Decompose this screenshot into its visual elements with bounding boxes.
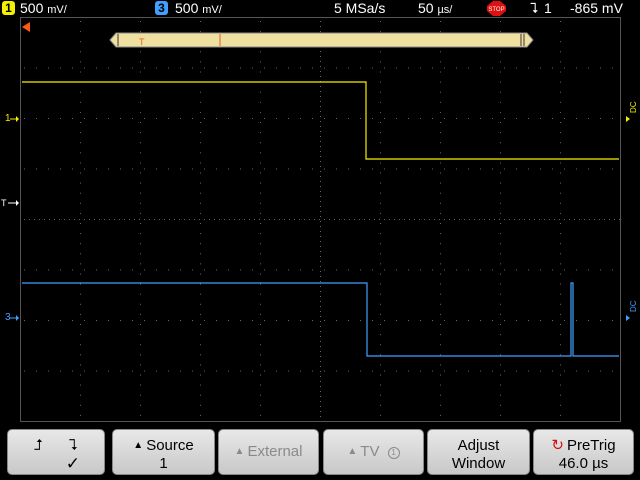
- rotate-knob-icon: ↻: [551, 437, 564, 454]
- ch1-dc-label: DC: [626, 101, 638, 122]
- svg-text:DC: DC: [629, 300, 638, 312]
- pretrig-label: PreTrig: [566, 437, 616, 454]
- graticule-grid: [24, 21, 620, 417]
- source-softkey[interactable]: ▲ Source 1: [112, 429, 215, 475]
- tv-softkey[interactable]: ▲ TV 1: [323, 429, 424, 475]
- softkey-bar: ⮥ ⮧ ✓ ▲ Source 1 ▲ External ▲ TV 1 Adjust Wi…: [0, 426, 640, 480]
- waveform-display[interactable]: T 1 T 3 DC DC: [0, 0, 640, 426]
- tv-label: TV: [360, 443, 380, 460]
- external-softkey[interactable]: ▲ External: [218, 429, 319, 475]
- adjust-window-softkey[interactable]: Adjust Window: [427, 429, 530, 475]
- falling-edge-icon: ⮧: [69, 437, 78, 454]
- memory-bar: T: [109, 32, 534, 48]
- up-arrow-icon: ▲: [133, 440, 144, 451]
- rising-edge-icon: ⮥: [34, 437, 43, 454]
- pretrig-softkey[interactable]: ↻ PreTrig 46.0 µs: [533, 429, 634, 475]
- slope-check: ✓: [65, 454, 80, 473]
- ch3-ground-marker[interactable]: 3: [5, 312, 19, 323]
- trigger-level-marker[interactable]: T: [1, 198, 19, 208]
- ch3-dc-label: DC: [626, 300, 638, 321]
- slope-icons: ⮥ ⮧: [8, 437, 104, 455]
- adjust-label: Adjust: [457, 437, 500, 454]
- ch3-waveform: [22, 282, 619, 357]
- svg-text:T: T: [1, 198, 7, 208]
- up-arrow-icon: ▲: [234, 446, 245, 457]
- window-label: Window: [451, 455, 506, 472]
- svg-text:DC: DC: [629, 101, 638, 113]
- ch1-waveform: [22, 81, 619, 160]
- graticule-border: [20, 17, 621, 422]
- ch1-ground-marker[interactable]: 1: [5, 113, 19, 124]
- up-arrow-icon: ▲: [347, 446, 358, 457]
- external-label: External: [247, 443, 303, 460]
- info-circle-icon: 1: [387, 447, 400, 459]
- trigger-time-marker: [22, 22, 30, 32]
- source-label: Source: [146, 437, 194, 454]
- source-value: 1: [159, 455, 168, 472]
- memory-trigger-label: T: [139, 37, 145, 47]
- pretrig-value: 46.0 µs: [558, 455, 609, 472]
- slope-softkey[interactable]: ⮥ ⮧ ✓: [7, 429, 105, 475]
